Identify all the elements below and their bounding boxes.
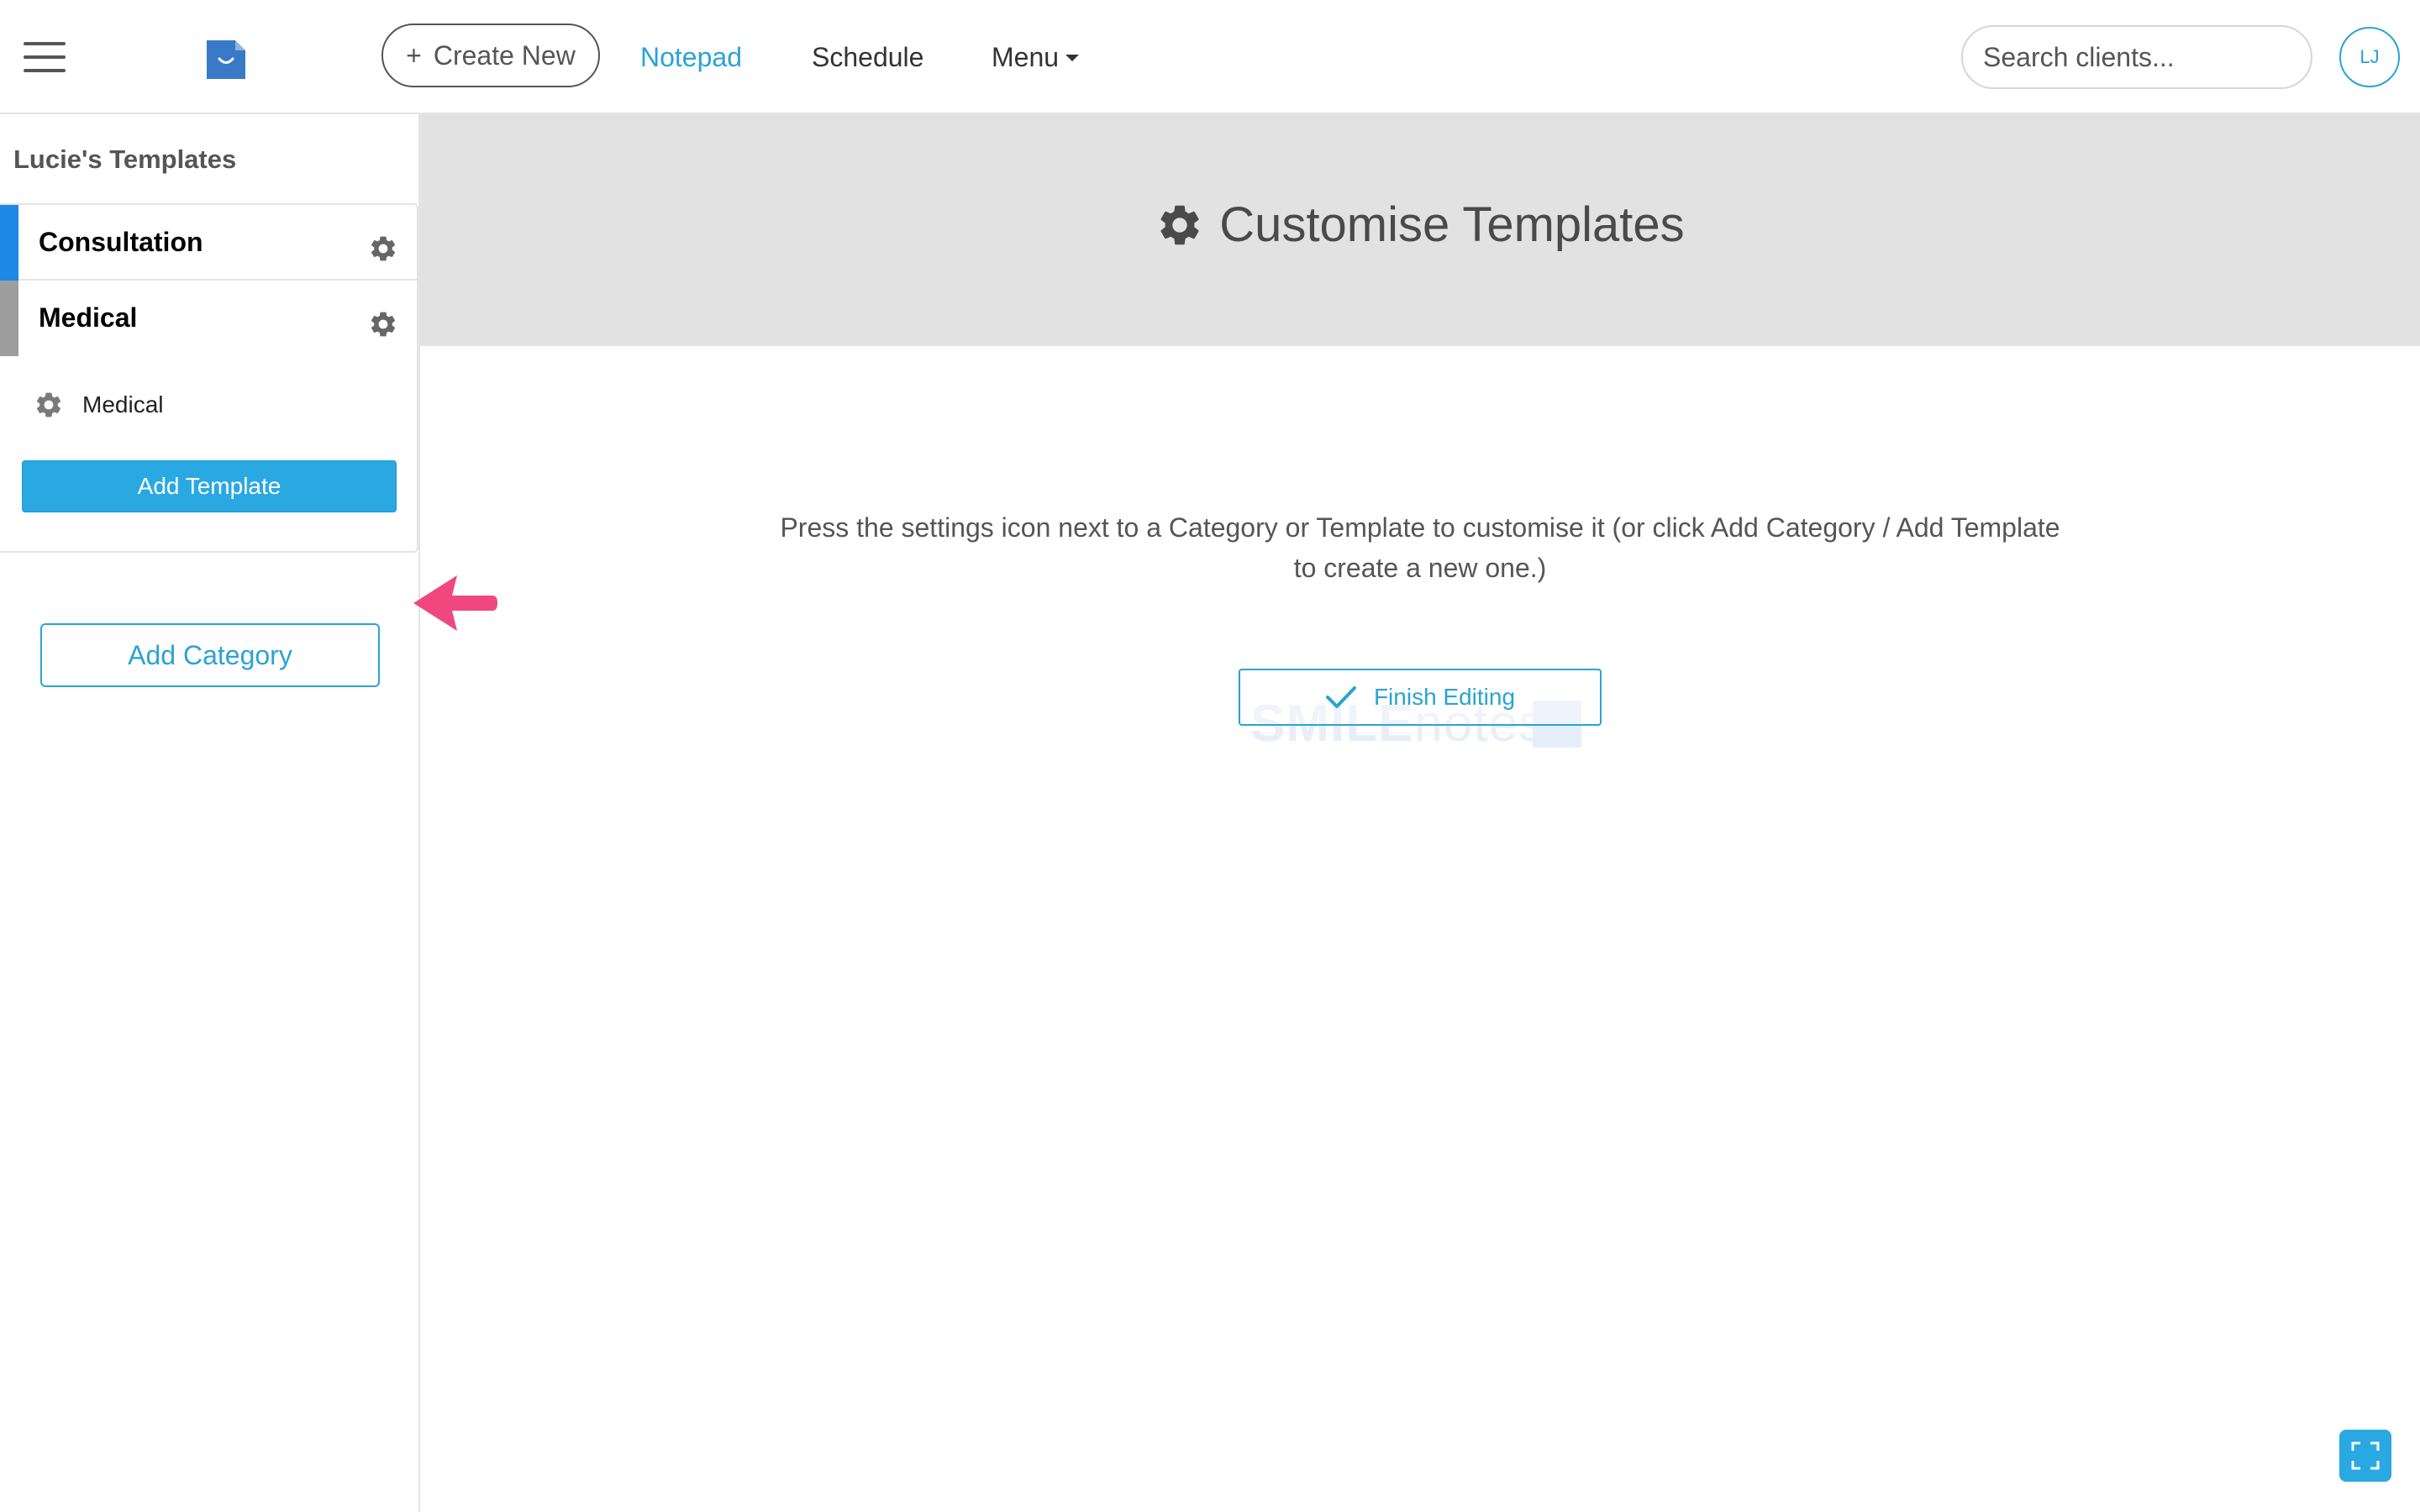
category-consultation[interactable]: Consultation xyxy=(0,205,417,281)
gear-icon xyxy=(1155,201,1204,249)
templates-sidebar: Lucie's Templates Consultation Medical M… xyxy=(0,114,497,1512)
hamburger-icon[interactable] xyxy=(24,39,66,76)
checkmark-icon xyxy=(1325,686,1356,708)
search-clients-input[interactable] xyxy=(1961,25,2312,89)
caret-down-icon xyxy=(1065,55,1080,61)
category-label: Medical xyxy=(39,302,138,333)
plus-icon: + xyxy=(406,40,422,71)
gear-icon[interactable] xyxy=(368,234,398,264)
sidebar-title: Lucie's Templates xyxy=(13,144,237,174)
add-category-button[interactable]: Add Category xyxy=(40,623,380,687)
gear-icon[interactable] xyxy=(368,309,398,339)
category-medical[interactable]: Medical xyxy=(0,281,417,356)
template-item-medical[interactable]: Medical xyxy=(34,388,163,422)
nav-menu-label: Menu xyxy=(992,42,1060,72)
gear-icon[interactable] xyxy=(34,390,64,420)
hamburger-line xyxy=(24,69,66,72)
create-new-button[interactable]: + Create New xyxy=(381,24,600,87)
category-panel: Consultation Medical Medical Add Templat… xyxy=(0,203,418,553)
finish-editing-area: SMILEnotes Finish Editing xyxy=(1239,669,1603,756)
user-avatar[interactable]: LJ xyxy=(2339,27,2400,87)
page-title: Customise Templates xyxy=(420,197,2420,253)
page-title-text: Customise Templates xyxy=(1219,197,1685,252)
top-navigation-bar: + Create New Notepad Schedule Menu LJ xyxy=(0,0,2420,114)
smilenotes-logo[interactable] xyxy=(205,39,247,81)
hamburger-line xyxy=(24,42,66,45)
nav-menu-dropdown[interactable]: Menu xyxy=(992,37,1080,77)
add-template-button[interactable]: Add Template xyxy=(22,460,397,512)
main-content: Customise Templates Press the settings i… xyxy=(420,114,2420,1512)
expand-glyph xyxy=(2351,1441,2380,1470)
instructions-text: Press the settings icon next to a Catego… xyxy=(780,512,2060,583)
hamburger-line xyxy=(24,55,66,59)
category-color-bar xyxy=(0,205,18,281)
expand-icon[interactable] xyxy=(2339,1430,2391,1482)
finish-editing-button[interactable]: Finish Editing xyxy=(1239,669,1602,726)
nav-notepad[interactable]: Notepad xyxy=(640,37,742,77)
template-label: Medical xyxy=(82,391,164,417)
finish-editing-label: Finish Editing xyxy=(1373,684,1516,710)
create-new-label: Create New xyxy=(433,39,576,71)
category-label: Consultation xyxy=(39,227,203,257)
category-color-bar xyxy=(0,281,18,356)
nav-schedule[interactable]: Schedule xyxy=(812,37,923,77)
page-header-banner: Customise Templates xyxy=(420,114,2420,346)
